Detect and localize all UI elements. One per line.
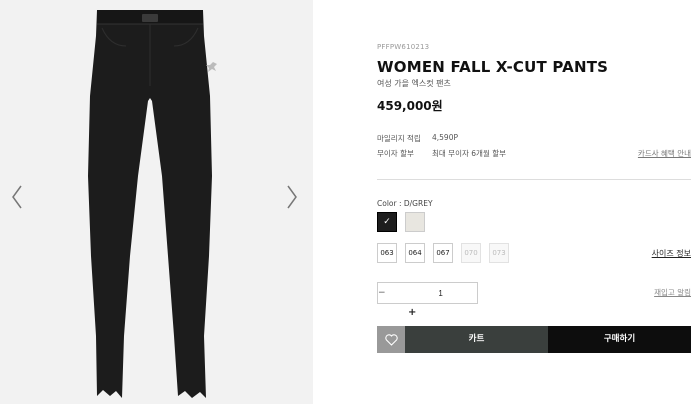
quantity-input[interactable] <box>385 288 496 298</box>
size-option-064[interactable]: 064 <box>405 243 425 263</box>
quantity-minus-button[interactable]: − <box>378 288 386 298</box>
wishlist-button[interactable] <box>377 326 405 353</box>
color-swatch-light[interactable] <box>405 212 425 232</box>
mileage-label: 마일리지 적립 <box>377 134 421 143</box>
product-info: PFFPW610213 WOMEN FALL X-CUT PANTS 여성 가을… <box>377 0 691 404</box>
mileage-value: 4,590P <box>432 133 458 142</box>
chevron-left-icon[interactable] <box>10 184 24 210</box>
color-swatch-dark-grey[interactable]: ✓ <box>377 212 397 232</box>
mileage-row: 마일리지 적립 4,590P <box>377 133 691 144</box>
quantity-plus-button[interactable]: + <box>408 307 416 318</box>
card-benefits-link[interactable]: 카드사 혜택 안내 <box>638 148 691 159</box>
product-price: 459,000원 <box>377 99 443 113</box>
installment-row: 무이자 할부 최대 무이자 6개월 할부 카드사 혜택 안내 <box>377 148 691 159</box>
quantity-stepper: − <box>377 282 496 304</box>
chevron-right-icon[interactable] <box>285 184 299 210</box>
size-option-063[interactable]: 063 <box>377 243 397 263</box>
installment-label: 무이자 할부 <box>377 149 414 158</box>
heart-icon <box>384 333 398 346</box>
product-sku: PFFPW610213 <box>377 43 430 51</box>
check-icon: ✓ <box>383 217 391 227</box>
size-option-070[interactable]: 070 <box>461 243 481 263</box>
product-image <box>88 10 217 398</box>
product-gallery <box>0 0 313 404</box>
restock-alert-link[interactable]: 재입고 알림 <box>654 287 691 298</box>
add-to-cart-button[interactable]: 카트 <box>405 326 548 353</box>
size-option-067[interactable]: 067 <box>433 243 453 263</box>
product-title: WOMEN FALL X-CUT PANTS <box>377 58 609 76</box>
product-subtitle: 여성 가을 엑스컷 팬츠 <box>377 79 451 88</box>
size-guide-link[interactable]: 사이즈 정보 <box>652 248 691 259</box>
size-option-073[interactable]: 073 <box>489 243 509 263</box>
color-label: Color : D/GREY <box>377 199 433 208</box>
buy-now-button[interactable]: 구매하기 <box>548 326 691 353</box>
divider <box>377 179 691 180</box>
